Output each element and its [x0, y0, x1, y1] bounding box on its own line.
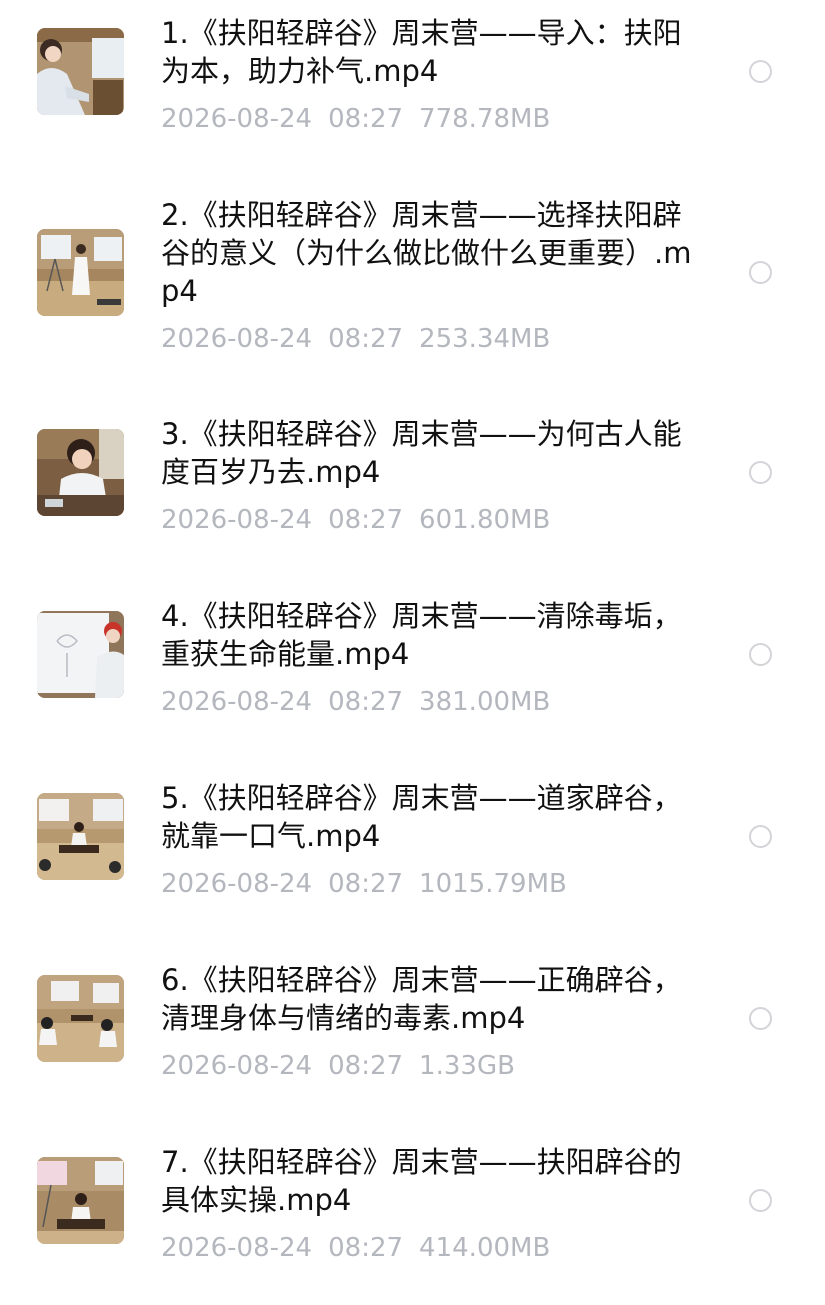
video-thumbnail — [37, 1157, 124, 1244]
file-time: 08:27 — [328, 1233, 404, 1263]
file-date: 2026-08-24 — [161, 1051, 313, 1081]
file-meta: 2026-08-24 08:27 778.78MB — [161, 103, 550, 135]
file-size: 1015.79MB — [419, 869, 567, 899]
file-time: 08:27 — [328, 104, 404, 134]
select-radio[interactable] — [749, 1189, 772, 1212]
file-time: 08:27 — [328, 869, 404, 899]
file-name: 2.《扶阳轻辟谷》周末营——选择扶阳辟谷的意义（为什么做比做什么更重要）.mp4 — [161, 198, 692, 308]
video-thumbnail — [37, 229, 124, 316]
file-date: 2026-08-24 — [161, 324, 313, 354]
file-date: 2026-08-24 — [161, 869, 313, 899]
file-list-item[interactable]: 7.《扶阳轻辟谷》周末营——扶阳辟谷的具体实操.mp4 2026-08-24 08… — [0, 1129, 825, 1305]
select-radio[interactable] — [749, 60, 772, 83]
select-radio[interactable] — [749, 825, 772, 848]
file-size: 1.33GB — [419, 1051, 515, 1081]
file-name: 5.《扶阳轻辟谷》周末营——道家辟谷，就靠一口气.mp4 — [161, 781, 682, 853]
file-size: 778.78MB — [419, 104, 551, 134]
file-size: 381.00MB — [419, 687, 551, 717]
file-time: 08:27 — [328, 324, 404, 354]
file-list-item[interactable]: 5.《扶阳轻辟谷》周末营——道家辟谷，就靠一口气.mp4 2026-08-24 0… — [0, 765, 825, 941]
video-thumbnail — [37, 793, 124, 880]
select-radio[interactable] — [749, 461, 772, 484]
video-thumbnail — [37, 975, 124, 1062]
file-size: 414.00MB — [419, 1233, 551, 1263]
file-name: 3.《扶阳轻辟谷》周末营——为何古人能度百岁乃去.mp4 — [161, 417, 682, 489]
file-date: 2026-08-24 — [161, 505, 313, 535]
select-radio[interactable] — [749, 261, 772, 284]
file-time: 08:27 — [328, 687, 404, 717]
file-size: 253.34MB — [419, 324, 551, 354]
file-name: 6.《扶阳轻辟谷》周末营——正确辟谷，清理身体与情绪的毒素.mp4 — [161, 963, 682, 1035]
file-meta: 2026-08-24 08:27 381.00MB — [161, 686, 550, 718]
file-date: 2026-08-24 — [161, 104, 313, 134]
file-name: 4.《扶阳轻辟谷》周末营——清除毒垢，重获生命能量.mp4 — [161, 599, 682, 671]
select-radio[interactable] — [749, 643, 772, 666]
file-meta: 2026-08-24 08:27 414.00MB — [161, 1232, 550, 1264]
file-size: 601.80MB — [419, 505, 551, 535]
video-thumbnail — [37, 28, 124, 115]
file-time: 08:27 — [328, 1051, 404, 1081]
file-meta: 2026-08-24 08:27 601.80MB — [161, 504, 550, 536]
file-list-item[interactable]: 1.《扶阳轻辟谷》周末营——导入：扶阳为本，助力补气.mp4 2026-08-2… — [0, 0, 825, 176]
file-list-item[interactable]: 3.《扶阳轻辟谷》周末营——为何古人能度百岁乃去.mp4 2026-08-24 0… — [0, 401, 825, 577]
file-name: 7.《扶阳轻辟谷》周末营——扶阳辟谷的具体实操.mp4 — [161, 1145, 682, 1217]
file-meta: 2026-08-24 08:27 253.34MB — [161, 323, 550, 355]
select-radio[interactable] — [749, 1007, 772, 1030]
file-name: 1.《扶阳轻辟谷》周末营——导入：扶阳为本，助力补气.mp4 — [161, 16, 682, 88]
video-thumbnail — [37, 611, 124, 698]
file-meta: 2026-08-24 08:27 1.33GB — [161, 1050, 515, 1082]
file-date: 2026-08-24 — [161, 687, 313, 717]
video-thumbnail — [37, 429, 124, 516]
file-date: 2026-08-24 — [161, 1233, 313, 1263]
file-list-item[interactable]: 6.《扶阳轻辟谷》周末营——正确辟谷，清理身体与情绪的毒素.mp4 2026-0… — [0, 947, 825, 1123]
file-time: 08:27 — [328, 505, 404, 535]
file-list-item[interactable]: 2.《扶阳轻辟谷》周末营——选择扶阳辟谷的意义（为什么做比做什么更重要）.mp4… — [0, 182, 825, 358]
file-meta: 2026-08-24 08:27 1015.79MB — [161, 868, 567, 900]
file-list: 1.《扶阳轻辟谷》周末营——导入：扶阳为本，助力补气.mp4 2026-08-2… — [0, 0, 825, 1280]
file-list-item[interactable]: 4.《扶阳轻辟谷》周末营——清除毒垢，重获生命能量.mp4 2026-08-24… — [0, 583, 825, 759]
